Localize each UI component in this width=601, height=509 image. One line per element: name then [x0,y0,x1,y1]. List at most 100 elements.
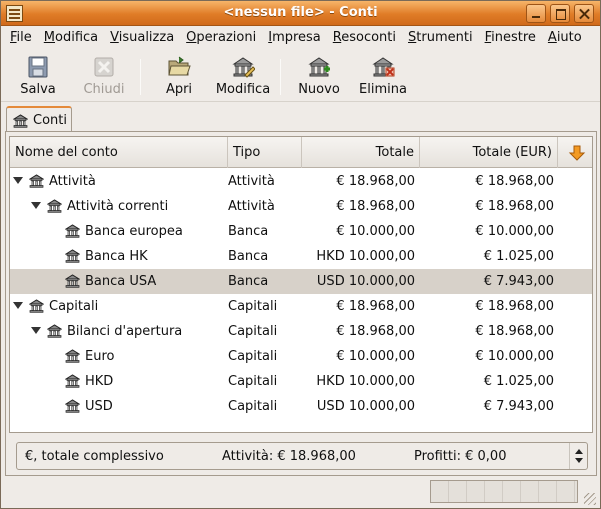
menu-reports[interactable]: Resoconti [327,30,402,45]
title-bar[interactable]: <nessun file> - Conti [1,1,600,26]
account-rows: Attività Attività € 18.968,00 € 18.968,00 At… [10,169,592,419]
account-total: HKD 10.000,00 [316,249,415,264]
account-name: Banca HK [85,249,148,264]
account-type: Capitali [228,349,278,364]
account-total-eur: € 18.968,00 [475,324,554,339]
account-name: Attività [49,174,96,189]
account-type: Banca [228,224,269,239]
delete-account-button[interactable]: Elimina [357,55,409,99]
account-name-cell: USD [10,394,224,419]
account-total: € 18.968,00 [336,199,415,214]
account-name: Attività correnti [67,199,169,214]
account-row[interactable]: USD Capitali USD 10.000,00 € 7.943,00 [10,394,592,419]
edit-button[interactable]: Modifica [215,55,271,99]
close-button[interactable]: Chiudi [79,55,129,99]
menu-help[interactable]: Aiuto [542,30,588,45]
delete-account-icon [372,57,395,77]
account-total-eur: € 7.943,00 [483,274,554,289]
account-total: € 10.000,00 [336,224,415,239]
save-icon [28,56,48,78]
status-bar [1,477,600,509]
account-name-cell: Euro [10,344,224,369]
account-total-eur: € 1.025,00 [483,249,554,264]
menu-view[interactable]: Visualizza [104,30,180,45]
account-total: USD 10.000,00 [316,274,415,289]
account-total: HKD 10.000,00 [316,374,415,389]
account-type: Banca [228,274,269,289]
menu-business[interactable]: Impresa [262,30,327,45]
menu-file[interactable]: File [4,30,38,45]
account-type: Capitali [228,299,278,314]
close-window-button[interactable] [574,4,594,23]
new-account-button[interactable]: Nuovo [296,55,342,99]
account-total-eur: € 1.025,00 [483,374,554,389]
open-folder-icon [168,56,191,76]
account-type: Capitali [228,374,278,389]
summary-selector-arrows-icon[interactable] [569,443,587,469]
save-label: Salva [20,82,56,97]
menu-windows[interactable]: Finestre [479,30,542,45]
account-row[interactable]: Euro Capitali € 10.000,00 € 10.000,00 [10,344,592,369]
accounts-panel: Nome del conto Tipo Totale Totale (EUR) … [5,131,597,476]
toolbar-separator [140,59,141,95]
account-row[interactable]: Attività Attività € 18.968,00 € 18.968,00 [10,169,592,194]
close-label: Chiudi [83,82,125,97]
delete-account-label: Elimina [359,82,407,97]
column-header-total[interactable]: Totale [302,137,420,168]
column-header-total-eur[interactable]: Totale (EUR) [420,137,558,168]
menu-tools[interactable]: Strumenti [402,30,479,45]
maximize-button[interactable] [550,4,570,23]
tab-strip: Conti [1,104,600,133]
menu-actions[interactable]: Operazioni [180,30,262,45]
account-name-cell: Bilanci d'apertura [10,319,224,344]
account-total: € 18.968,00 [336,299,415,314]
account-total-eur: € 10.000,00 [475,349,554,364]
summary-bar[interactable]: €, totale complessivo Attività: € 18.968… [16,442,588,470]
progress-bar [430,480,578,503]
accounts-tree[interactable]: Nome del conto Tipo Totale Totale (EUR) … [9,136,593,433]
summary-profits: Profitti: € 0,00 [414,449,507,464]
account-row[interactable]: Bilanci d'apertura Capitali € 18.968,00 € 1… [10,319,592,344]
new-account-icon [308,57,330,77]
account-row[interactable]: Capitali Capitali € 18.968,00 € 18.968,00 [10,294,592,319]
window-title: <nessun file> - Conti [223,5,378,20]
toolbar: Salva Chiudi Apri Modifica Nuovo Elimina [1,50,600,102]
account-total-eur: € 18.968,00 [475,199,554,214]
account-total-eur: € 18.968,00 [475,174,554,189]
menu-edit[interactable]: Modifica [38,30,104,45]
account-total: € 10.000,00 [336,349,415,364]
account-name: Bilanci d'apertura [67,324,183,339]
column-header-name[interactable]: Nome del conto [10,137,228,168]
account-total-eur: € 10.000,00 [475,224,554,239]
account-name-cell: Banca europea [10,219,224,244]
menu-bar: File Modifica Visualizza Operazioni Impr… [1,26,600,49]
account-name-cell: Attività correnti [10,194,224,219]
account-total: € 18.968,00 [336,174,415,189]
minimize-button[interactable] [526,4,546,23]
account-row[interactable]: Banca europea Banca € 10.000,00 € 10.000,00 [10,219,592,244]
tab-accounts[interactable]: Conti [6,106,72,133]
bank-icon [13,114,28,128]
resize-grip[interactable] [584,493,596,505]
close-icon [94,57,114,77]
account-name-cell: Banca USA [10,269,224,294]
account-row[interactable]: Banca HK Banca HKD 10.000,00 € 1.025,00 [10,244,592,269]
column-header-type[interactable]: Tipo [228,137,302,168]
account-name: Banca europea [85,224,183,239]
open-button[interactable]: Apri [156,55,202,99]
summary-currency-label: €, totale complessivo [25,449,164,464]
account-name: Banca USA [85,274,157,289]
account-name-cell: Attività [10,169,224,194]
account-type: Capitali [228,324,278,339]
new-account-label: Nuovo [298,82,340,97]
toolbar-separator [280,59,281,95]
account-row[interactable]: Attività correnti Attività € 18.968,00 € 18… [10,194,592,219]
account-row[interactable]: HKD Capitali HKD 10.000,00 € 1.025,00 [10,369,592,394]
account-row[interactable]: Banca USA Banca USD 10.000,00 € 7.943,00 [10,269,592,294]
account-name: USD [85,399,113,414]
account-name: Euro [85,349,115,364]
account-total-eur: € 18.968,00 [475,299,554,314]
save-button[interactable]: Salva [13,55,63,99]
column-chooser-arrow-icon[interactable] [568,144,586,162]
summary-assets: Attività: € 18.968,00 [222,449,356,464]
